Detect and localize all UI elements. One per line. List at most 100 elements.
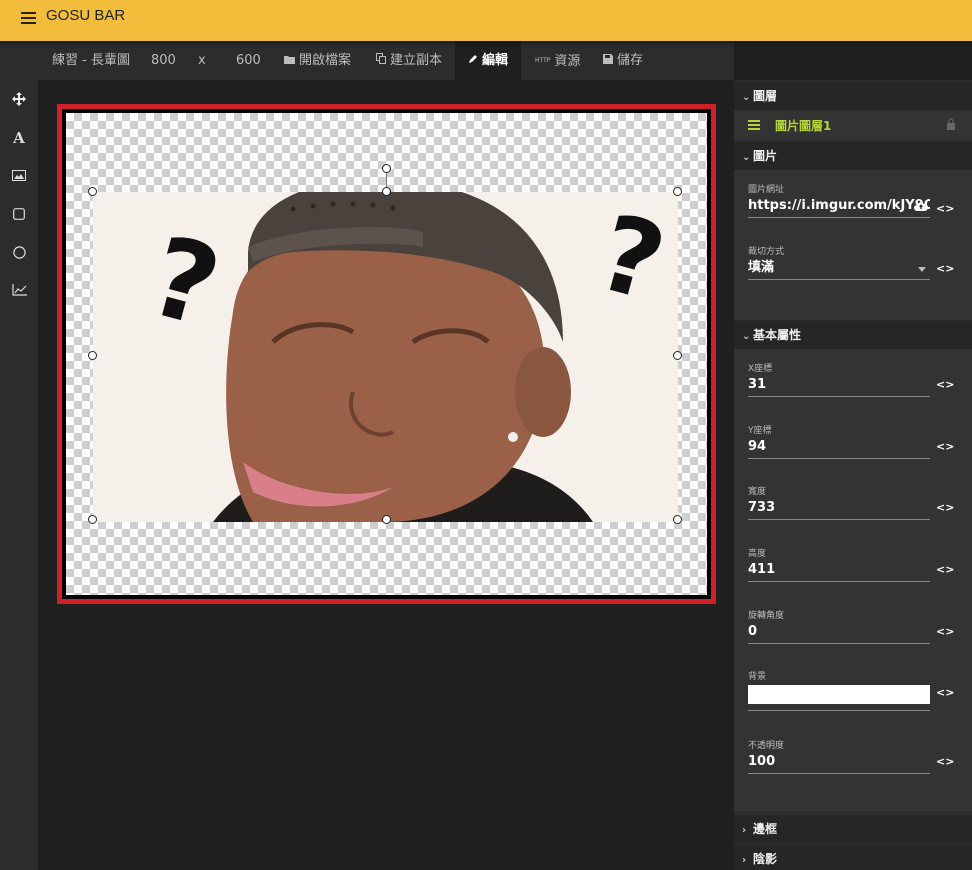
rotate-handle[interactable] xyxy=(382,164,391,173)
save-icon xyxy=(603,41,613,80)
crop-mode-value[interactable]: 填滿 xyxy=(748,260,774,275)
section-basic-header[interactable]: ⌄ 基本屬性 xyxy=(734,321,972,349)
background-color-swatch[interactable] xyxy=(748,685,930,704)
section-border-header[interactable]: › 邊框 xyxy=(734,815,972,843)
tab-edit-label: 編輯 xyxy=(482,53,509,68)
code-toggle-icon[interactable]: <> xyxy=(936,441,954,453)
opacity-field[interactable]: 不透明度 100 xyxy=(748,738,930,774)
section-image-body: 圖片網址 https://i.imgur.com/kJY9Ox <> 裁切方式 … xyxy=(734,170,972,320)
y-coordinate-field[interactable]: Y座標 94 xyxy=(748,423,930,459)
circle-icon[interactable] xyxy=(8,241,30,263)
folder-icon xyxy=(284,41,295,80)
section-basic-title: 基本屬性 xyxy=(753,328,802,342)
dropdown-arrow-icon[interactable] xyxy=(918,267,926,272)
image-layer[interactable]: ? ? xyxy=(93,192,678,522)
canvas-width-input[interactable]: 800 xyxy=(151,41,176,80)
tool-column: A xyxy=(0,80,38,870)
resize-handle-bottom-right[interactable] xyxy=(673,515,682,524)
height-field[interactable]: 高度 411 xyxy=(748,546,930,582)
tab-edit[interactable]: 編輯 xyxy=(455,41,521,80)
section-image-header[interactable]: ⌄ 圖片 xyxy=(734,142,972,170)
rotation-input[interactable]: 0 xyxy=(748,622,930,644)
x-coordinate-input[interactable]: 31 xyxy=(748,375,930,397)
code-toggle-icon[interactable]: <> xyxy=(936,203,954,215)
layer-item[interactable]: 圖片圖層1 xyxy=(734,110,972,140)
drag-handle-icon[interactable] xyxy=(748,120,760,130)
code-toggle-icon[interactable]: <> xyxy=(936,263,954,275)
canvas[interactable]: ? ? xyxy=(66,113,707,595)
rotation-label: 旋轉角度 xyxy=(748,611,785,621)
resize-handle-left[interactable] xyxy=(88,351,97,360)
opacity-label: 不透明度 xyxy=(748,741,785,751)
tab-resources-label: 資源 xyxy=(554,54,581,69)
x-coordinate-field[interactable]: X座標 31 xyxy=(748,361,930,397)
app-title: GOSU BAR xyxy=(46,7,126,24)
resize-handle-top[interactable] xyxy=(382,187,391,196)
open-file-label: 開啟檔案 xyxy=(299,53,352,68)
height-input[interactable]: 411 xyxy=(748,560,930,582)
duplicate-label: 建立副本 xyxy=(390,53,443,68)
size-separator: x xyxy=(198,53,206,68)
width-field[interactable]: 寬度 733 xyxy=(748,484,930,520)
width-input[interactable]: 733 xyxy=(748,498,930,520)
save-button[interactable]: 儲存 xyxy=(603,41,643,80)
resize-handle-top-left[interactable] xyxy=(88,187,97,196)
resize-handle-bottom[interactable] xyxy=(382,515,391,524)
chevron-right-icon: › xyxy=(742,855,747,866)
code-toggle-icon[interactable]: <> xyxy=(936,687,954,699)
code-toggle-icon[interactable]: <> xyxy=(936,379,954,391)
section-basic-body: X座標 31 <> Y座標 94 <> 寬度 733 <> 高度 411 <> … xyxy=(734,349,972,811)
lock-icon[interactable] xyxy=(946,118,956,130)
opacity-input[interactable]: 100 xyxy=(748,752,930,774)
rotation-field[interactable]: 旋轉角度 0 xyxy=(748,608,930,644)
width-label: 寬度 xyxy=(748,487,767,497)
save-label: 儲存 xyxy=(617,53,644,68)
project-name[interactable]: 練習 - 長輩圖 xyxy=(52,41,130,80)
image-url-value[interactable]: https://i.imgur.com/kJY9Ox xyxy=(748,198,930,213)
background-underline xyxy=(748,710,930,711)
crop-mode-field[interactable]: 裁切方式 填滿 xyxy=(748,244,930,280)
move-icon[interactable] xyxy=(8,88,30,110)
code-toggle-icon[interactable]: <> xyxy=(936,502,954,514)
section-layers-header[interactable]: ⌄ 圖層 xyxy=(734,82,972,110)
chevron-right-icon: › xyxy=(742,825,747,836)
duplicate-button[interactable]: 建立副本 xyxy=(376,41,442,80)
code-toggle-icon[interactable]: <> xyxy=(936,756,954,768)
image-url-field[interactable]: 圖片網址 https://i.imgur.com/kJY9Ox xyxy=(748,182,930,218)
open-file-button[interactable]: 開啟檔案 xyxy=(284,41,351,80)
x-coordinate-label: X座標 xyxy=(748,364,773,374)
y-coordinate-input[interactable]: 94 xyxy=(748,437,930,459)
code-toggle-icon[interactable]: <> xyxy=(936,626,954,638)
http-icon: HTTP xyxy=(535,57,551,64)
resize-handle-bottom-left[interactable] xyxy=(88,515,97,524)
background-field[interactable]: 背景 xyxy=(748,669,930,711)
pencil-icon xyxy=(468,41,478,80)
section-layers-title: 圖層 xyxy=(753,89,778,103)
crop-mode-label: 裁切方式 xyxy=(748,247,785,257)
chevron-down-icon: ⌄ xyxy=(742,331,751,342)
rectangle-icon[interactable] xyxy=(8,203,30,225)
section-shadow-header[interactable]: › 陰影 xyxy=(734,845,972,870)
canvas-frame: ? ? xyxy=(57,104,716,604)
chart-icon[interactable] xyxy=(8,279,30,301)
toolbar: 練習 - 長輩圖 800 x 600 開啟檔案 建立副本 編輯 HTTP 資源 儲… xyxy=(0,41,734,80)
height-label: 高度 xyxy=(748,549,767,559)
hamburger-menu-icon[interactable] xyxy=(21,12,36,24)
app-bar: GOSU BAR xyxy=(0,0,972,41)
properties-panel: ⌄ 圖層 圖片圖層1 ⌄ 圖片 圖片網址 https://i.imgur.com/k… xyxy=(734,80,972,870)
tab-resources[interactable]: HTTP 資源 xyxy=(535,41,580,80)
code-toggle-icon[interactable]: <> xyxy=(936,564,954,576)
image-url-label: 圖片網址 xyxy=(748,185,785,195)
layer-item-label: 圖片圖層1 xyxy=(775,119,832,133)
cloud-upload-icon[interactable] xyxy=(914,200,928,212)
canvas-height-input[interactable]: 600 xyxy=(236,41,261,80)
section-border-title: 邊框 xyxy=(753,822,778,836)
image-icon[interactable] xyxy=(8,164,30,186)
chevron-down-icon: ⌄ xyxy=(742,92,751,103)
background-label: 背景 xyxy=(748,672,767,682)
text-icon[interactable]: A xyxy=(8,127,30,149)
resize-handle-top-right[interactable] xyxy=(673,187,682,196)
copy-icon xyxy=(376,41,386,80)
section-image-title: 圖片 xyxy=(753,149,778,163)
resize-handle-right[interactable] xyxy=(673,351,682,360)
